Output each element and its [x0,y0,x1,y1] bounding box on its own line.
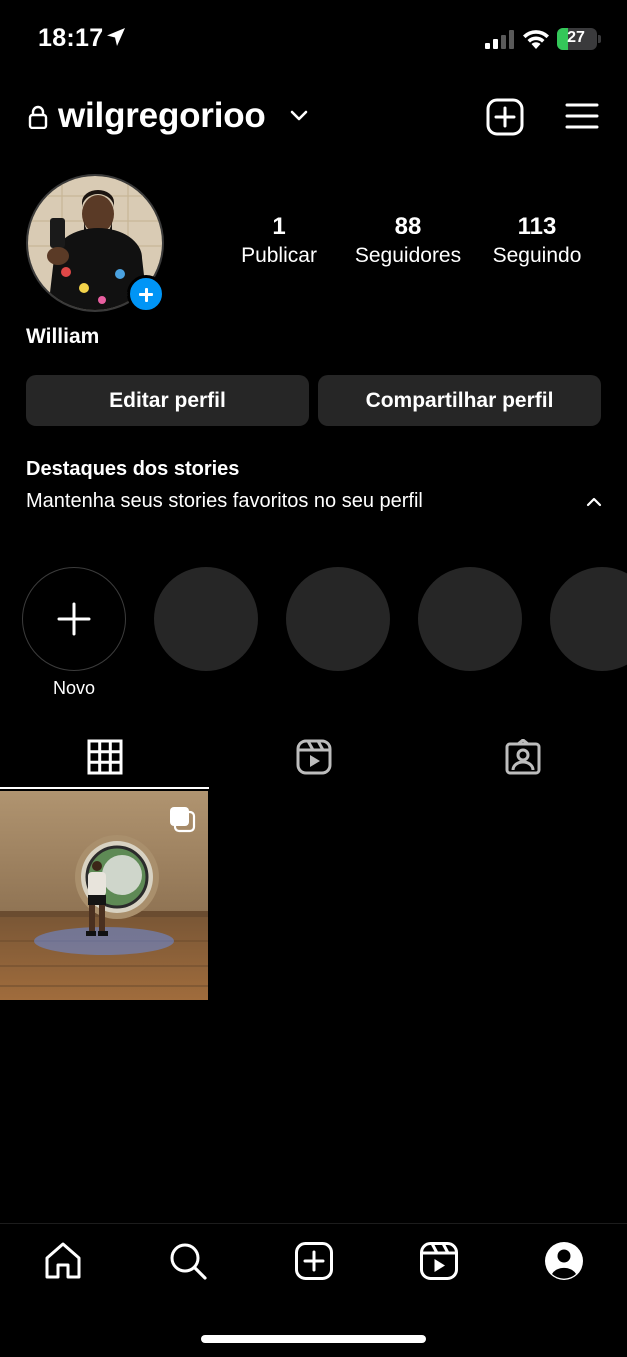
highlights-subtitle: Mantenha seus stories favoritos no seu p… [26,490,423,512]
search-icon[interactable] [168,1241,208,1281]
battery-tip [598,35,601,43]
tab-tagged[interactable] [418,727,627,789]
stat-following-label: Seguindo [492,244,582,267]
highlights-title: Destaques dos stories [26,458,240,480]
profile-icon[interactable] [544,1241,584,1281]
multiple-photos-icon [170,807,196,833]
new-highlight-label: Novo [52,678,96,698]
stat-followers-count: 88 [394,213,422,240]
new-highlight-button[interactable] [22,567,126,671]
tagged-icon [505,739,541,775]
home-indicator[interactable] [201,1335,426,1343]
stat-posts[interactable]: 1 Publicar [234,213,324,271]
location-arrow-icon [107,28,125,46]
profile-header: wilgregorioo [0,90,627,145]
grid-icon [87,739,123,775]
status-time: 18:17 [38,24,104,52]
tab-reels[interactable] [209,727,418,789]
edit-profile-button[interactable]: Editar perfil [26,375,309,426]
chevron-down-icon[interactable] [290,110,308,122]
display-name: William [26,325,100,348]
highlight-placeholder [418,567,522,671]
highlight-placeholder [154,567,258,671]
status-bar: 18:17 27 [0,0,627,80]
reels-icon[interactable] [419,1241,459,1281]
create-icon[interactable] [294,1241,334,1281]
stat-posts-count: 1 [272,213,286,240]
hamburger-menu-icon[interactable] [565,102,599,130]
chevron-up-icon[interactable] [586,496,602,508]
wifi-icon [523,30,549,49]
lock-icon [28,105,48,129]
battery-icon: 27 [557,28,597,50]
share-profile-button[interactable]: Compartilhar perfil [318,375,601,426]
plus-icon [57,602,91,636]
reels-icon [296,739,332,775]
home-icon[interactable] [43,1241,83,1281]
stat-followers-label: Seguidores [354,244,462,267]
battery-level: 27 [567,29,585,46]
stat-following[interactable]: 113 Seguindo [484,213,590,271]
stat-followers[interactable]: 88 Seguidores [346,213,470,271]
stat-following-count: 113 [517,213,557,240]
cellular-signal-icon [485,30,514,49]
highlight-placeholder [550,567,627,671]
add-story-button[interactable] [127,275,165,313]
new-post-icon[interactable] [486,98,524,136]
tab-posts-grid[interactable] [0,727,209,789]
stat-posts-label: Publicar [241,244,317,267]
highlight-placeholder [286,567,390,671]
username-switcher[interactable]: wilgregorioo [58,96,266,136]
